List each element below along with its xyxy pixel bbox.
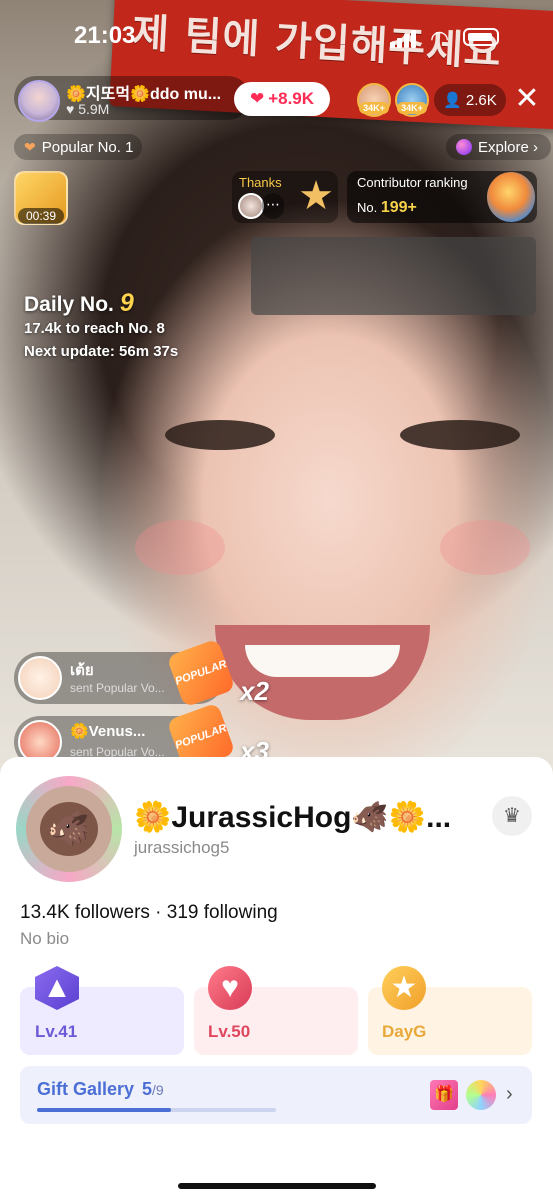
daily-rank-label: Daily No. xyxy=(24,293,114,316)
host-avatar[interactable] xyxy=(18,80,60,122)
viewer-count-label: 2.6K xyxy=(465,91,497,109)
video-blush-right xyxy=(440,520,530,575)
gift-description: sent Popular Vo... xyxy=(70,681,165,695)
mascot-icon xyxy=(487,172,535,222)
video-teeth xyxy=(245,645,400,677)
profile-handle: jurassichog5 xyxy=(134,838,230,857)
battery-icon xyxy=(463,28,499,46)
daily-rank-update: Next update: 56m 37s xyxy=(24,343,179,360)
contributor-no-prefix: No. xyxy=(357,200,378,215)
close-icon[interactable]: ✕ xyxy=(512,84,542,114)
host-likes: ♥ 5.9M xyxy=(66,101,110,117)
video-eye-right xyxy=(400,420,520,450)
team-badge-label: DayG xyxy=(382,1022,427,1041)
gift-gallery-progress-fill xyxy=(37,1108,171,1112)
profile-name: 🌼JurassicHog🐗🌼... xyxy=(134,801,452,834)
video-eye-left xyxy=(165,420,275,450)
boar-icon: 🐗 xyxy=(40,802,98,856)
gift-notification: เต้ย sent Popular Vo... POPULAR xyxy=(14,638,236,708)
gift-gallery-label: Gift Gallery xyxy=(37,1079,135,1099)
gift-sender-name: 🌼Venus... xyxy=(70,723,146,740)
followers-following[interactable]: 13.4K followers · 319 following xyxy=(20,902,278,924)
chevron-right-icon[interactable]: › xyxy=(506,1083,513,1106)
team-star-icon: ★ xyxy=(382,966,426,1010)
gift-sender-avatar xyxy=(18,656,62,700)
explore-orb-icon xyxy=(456,139,472,155)
top-viewer-badge: 34K+ xyxy=(397,102,427,114)
treasure-timer: 00:39 xyxy=(18,208,64,224)
fan-club-badge-label: Lv.50 xyxy=(208,1022,251,1041)
gift-gallery-count: 5 xyxy=(142,1079,153,1099)
explore-button[interactable]: Explore › xyxy=(446,134,551,160)
heart-icon: ❤ xyxy=(24,138,36,155)
video-overlay-box xyxy=(251,237,536,315)
status-time: 21:03 xyxy=(74,22,136,49)
fan-heart-icon: ♥ xyxy=(208,966,252,1010)
contributor-ranking-title: Contributor ranking xyxy=(357,175,468,190)
gift-box-icon: 🎁 xyxy=(430,1080,458,1110)
popular-rank-pill[interactable]: ❤ Popular No. 1 xyxy=(14,134,142,160)
profile-bio: No bio xyxy=(20,929,70,948)
crown-icon[interactable]: ♛ xyxy=(492,796,532,836)
donut-gift-icon xyxy=(466,1080,496,1110)
popular-rank-label: Popular No. 1 xyxy=(41,138,134,156)
level-badge-label: Lv.41 xyxy=(35,1022,78,1041)
contributor-rank-number: 199+ xyxy=(380,199,417,216)
daily-rank-number: 9 xyxy=(119,289,134,317)
gift-multiplier: x2 xyxy=(240,676,269,706)
thanks-avatar xyxy=(238,193,264,219)
gift-gallery-title: Gift Gallery 5/9 xyxy=(37,1079,164,1100)
viewer-count-button[interactable]: 👤 2.6K xyxy=(434,84,506,116)
video-blush-left xyxy=(135,520,225,575)
signal-icon xyxy=(390,30,418,48)
more-icon: ⋯ xyxy=(262,193,284,219)
battery-fill xyxy=(468,33,492,41)
explore-label: Explore › xyxy=(478,138,539,156)
gift-gallery-total: /9 xyxy=(152,1082,164,1098)
person-icon: 👤 xyxy=(443,92,462,109)
gift-sender-name: เต้ย xyxy=(70,662,94,679)
home-indicator[interactable] xyxy=(178,1183,376,1189)
wifi-icon: ◠ xyxy=(430,26,450,51)
star-icon: ★ xyxy=(298,174,334,218)
follow-button[interactable]: ❤ +8.9K xyxy=(234,82,330,116)
daily-rank[interactable]: Daily No. 9 xyxy=(24,289,134,318)
top-viewer-badge: 34K+ xyxy=(359,102,389,114)
daily-rank-reach: 17.4k to reach No. 8 xyxy=(24,320,165,337)
thanks-label: Thanks xyxy=(239,175,282,190)
follow-button-label: +8.9K xyxy=(268,89,315,108)
heart-icon: ❤ xyxy=(249,89,265,108)
contributor-ranking-value: No. 199+ xyxy=(357,199,417,217)
